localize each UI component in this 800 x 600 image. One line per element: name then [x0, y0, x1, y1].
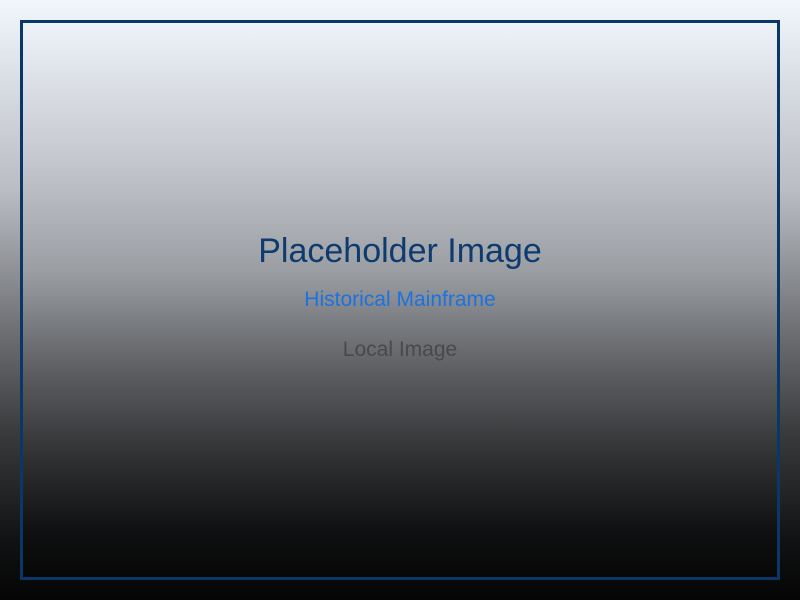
placeholder-title: Placeholder Image: [258, 232, 542, 270]
placeholder-caption: Local Image: [342, 338, 458, 361]
placeholder-subtitle: Historical Mainframe: [304, 288, 496, 311]
